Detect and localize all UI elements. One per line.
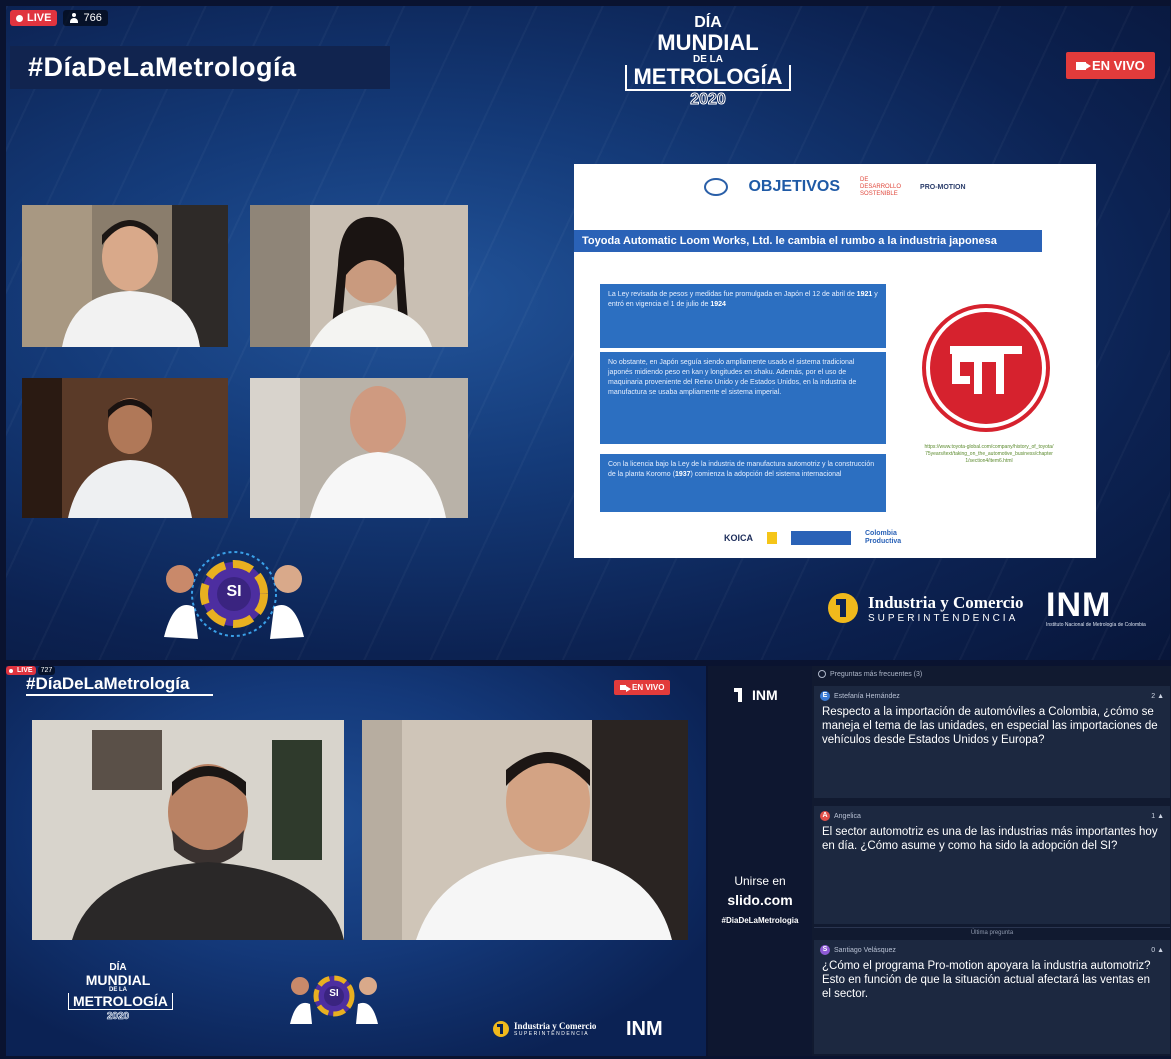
speaker-1-video	[32, 720, 344, 940]
slide-box-1: La Ley revisada de pesos y medidas fue p…	[600, 284, 886, 348]
participant-2-video	[250, 205, 468, 347]
source-link[interactable]: https://www.toyota-global.com/company/hi…	[924, 444, 1054, 465]
slido-questions-panel: Preguntas más frecuentes (3) E Estefanía…	[812, 666, 1171, 1056]
en-vivo-badge: EN VIVO	[1066, 52, 1155, 79]
question-author: Estefanía Hernández	[834, 692, 900, 700]
avatar: S	[820, 945, 830, 955]
colombia-productiva-logo: Colombia Productiva	[865, 530, 902, 545]
avatar: A	[820, 811, 830, 821]
slide-footer-logos: KOICA Colombia Productiva	[724, 530, 915, 546]
question-card[interactable]: S Santiago Velásquez 0 ▲ ¿Cómo el progra…	[814, 940, 1170, 1054]
participant-3-video	[22, 378, 228, 518]
live-badge: LIVE	[10, 10, 58, 26]
hashtag-banner: #DíaDeLaMetrología	[10, 46, 390, 89]
thumbs-up-icon: ▲	[1157, 946, 1164, 954]
objetivos-logo: OBJETIVOS	[748, 178, 841, 195]
slide-box-3: Con la licencia bajo la Ley de la indust…	[600, 454, 886, 512]
slide-box-2: No obstante, en Japón seguía siendo ampl…	[600, 352, 886, 444]
clock-icon	[818, 670, 826, 678]
sic-logo: Industria y Comercio SUPERINTENDENCIA	[826, 591, 1024, 625]
presentation-slide: OBJETIVOS DE DESARROLLO SOSTENIBLE PRO-M…	[574, 164, 1096, 558]
video-tile-participant-2[interactable]	[250, 205, 468, 347]
slide-header-logos: OBJETIVOS DE DESARROLLO SOSTENIBLE PRO-M…	[574, 164, 1096, 210]
question-author: Angelica	[834, 812, 861, 820]
bottom-stream-panel: LIVE 727 #DíaDeLaMetrología EN VIVO DÍA …	[6, 666, 706, 1056]
last-question-divider: Última pregunta	[814, 927, 1170, 936]
colombia-shield-icon	[767, 532, 777, 544]
participant-1-video	[22, 205, 228, 347]
koica-logo: KOICA	[724, 533, 753, 543]
like-count[interactable]: 0 ▲	[1151, 947, 1164, 954]
video-tile-participant-4[interactable]	[250, 378, 468, 518]
question-text: Respecto a la importación de automóviles…	[822, 706, 1158, 746]
question-text: ¿Cómo el programa Pro-motion apoyara la …	[822, 960, 1151, 1000]
speaker-2-video	[362, 720, 688, 940]
like-count[interactable]: 2 ▲	[1151, 693, 1164, 700]
viewer-count-badge: 766	[63, 10, 108, 26]
slide-title: Toyoda Automatic Loom Works, Ltd. le cam…	[574, 230, 1042, 252]
si-mascot-logo: SI	[154, 547, 314, 642]
dia-mundial-logo: DÍA MUNDIAL DE LA METROLOGÍA 2020	[618, 14, 798, 109]
question-card[interactable]: E Estefanía Hernández 2 ▲ Respecto a la …	[814, 686, 1170, 798]
questions-header: Preguntas más frecuentes (3)	[818, 670, 922, 678]
like-count[interactable]: 1 ▲	[1151, 813, 1164, 820]
camera-icon	[1076, 61, 1091, 70]
un-emblem-icon	[704, 178, 729, 196]
avatar: E	[820, 691, 830, 701]
bottom-inm-logo: INM	[626, 1018, 663, 1040]
promotion-logo: PRO-MOTION	[920, 183, 966, 191]
video-tile-participant-1[interactable]	[22, 205, 228, 347]
ods-logo: DE DESARROLLO SOSTENIBLE	[860, 176, 902, 197]
question-author: Santiago Velásquez	[834, 946, 896, 954]
sic-emblem-icon	[828, 593, 858, 623]
video-tile-speaker-2[interactable]	[362, 720, 688, 940]
live-dot-icon	[16, 14, 23, 22]
top-stream-panel: LIVE 766 #DíaDeLaMetrología DÍA MUNDIAL …	[6, 6, 1170, 660]
mid-sic-emblem-icon	[734, 688, 742, 702]
inm-logo: INM Instituto Nacional de Metrología de …	[1046, 586, 1146, 628]
bottom-camera-icon	[620, 685, 631, 692]
question-text: El sector automotriz es una de las indus…	[822, 826, 1158, 852]
slido-join-panel: INM Unirse en slido.com #DiaDeLaMetrolog…	[708, 666, 812, 1056]
bottom-en-vivo-badge: EN VIVO	[614, 680, 671, 695]
toyoda-logo-icon	[922, 304, 1050, 432]
bottom-si-mascot-logo: SI	[284, 966, 384, 1026]
viewer-icon	[69, 13, 79, 23]
thumbs-up-icon: ▲	[1157, 692, 1164, 700]
stream-status: LIVE 766	[10, 10, 108, 26]
slido-panel-logos: INM	[730, 686, 778, 704]
thumbs-up-icon: ▲	[1157, 812, 1164, 820]
video-tile-participant-3[interactable]	[22, 378, 228, 518]
video-tile-speaker-1[interactable]	[32, 720, 344, 940]
gov-logo	[791, 531, 851, 545]
bottom-dia-mundial-logo: DÍA MUNDIAL DE LA METROLOGÍA 2020	[68, 962, 173, 1022]
bottom-sic-logo: Industria y Comercio SUPERINTENDENCIA	[492, 1020, 596, 1038]
slido-site-link[interactable]: slido.com	[708, 892, 812, 908]
slido-join-info: Unirse en slido.com #DiaDeLaMetrologia	[708, 874, 812, 925]
mid-inm-logo: INM	[752, 687, 778, 703]
bottom-sic-emblem-icon	[493, 1021, 509, 1037]
bottom-live-dot-icon	[9, 668, 13, 673]
bottom-hashtag-banner: #DíaDeLaMetrología	[26, 674, 214, 696]
participant-4-video	[250, 378, 468, 518]
question-card[interactable]: A Angelica 1 ▲ El sector automotriz es u…	[814, 806, 1170, 924]
